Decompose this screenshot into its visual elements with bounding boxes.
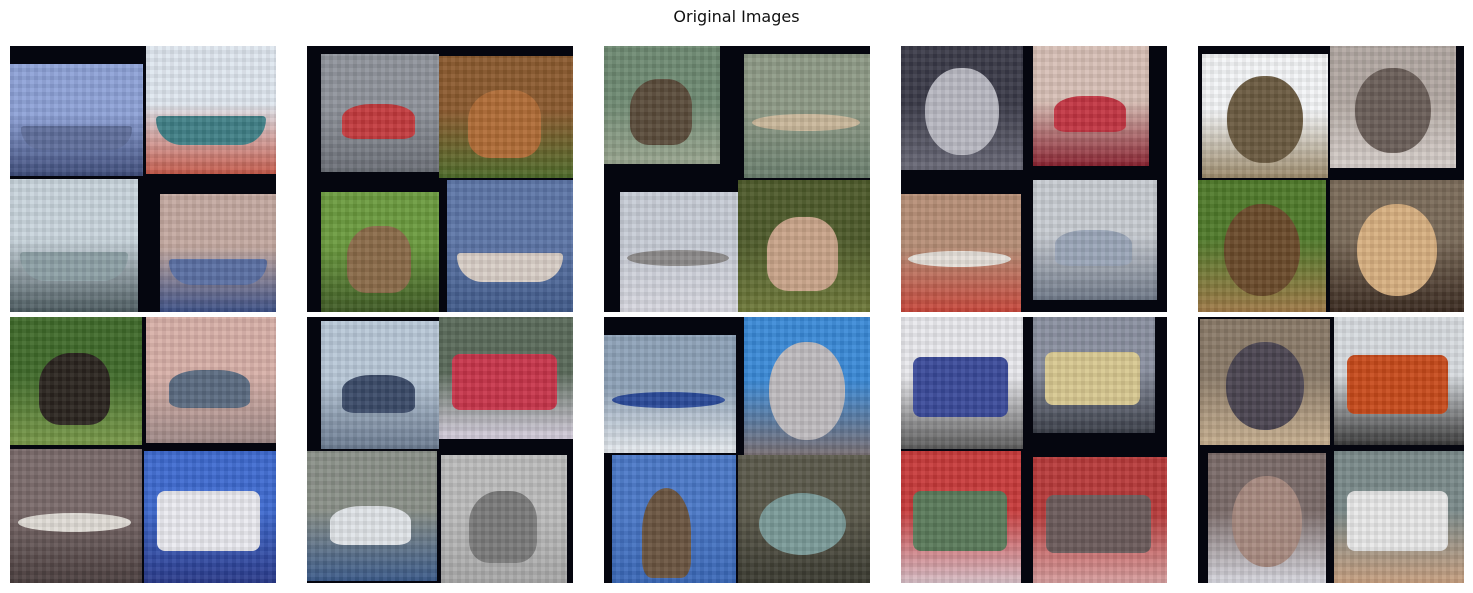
image-thumbnail-truck — [901, 317, 1023, 449]
pixel-texture — [738, 180, 870, 312]
pixel-texture — [1202, 54, 1328, 178]
pixel-texture — [604, 46, 720, 164]
image-panel — [604, 317, 870, 583]
image-thumbnail-ship — [447, 180, 573, 312]
image-panel — [307, 317, 573, 583]
image-thumbnail-truck — [439, 317, 573, 439]
pixel-texture — [744, 317, 870, 457]
image-panel — [1198, 46, 1464, 312]
image-thumbnail-ship — [10, 64, 143, 176]
pixel-texture — [620, 192, 738, 312]
pixel-texture — [1033, 46, 1149, 166]
pixel-texture — [321, 192, 439, 312]
pixel-texture — [612, 455, 736, 583]
image-thumbnail-car — [1033, 180, 1157, 300]
image-panel — [901, 317, 1167, 583]
image-panel — [1198, 317, 1464, 583]
pixel-texture — [447, 180, 573, 312]
image-thumbnail-dog — [1200, 319, 1330, 445]
pixel-texture — [321, 54, 439, 172]
image-panel — [901, 46, 1167, 312]
pixel-texture — [1033, 457, 1167, 583]
pixel-texture — [604, 335, 736, 453]
pixel-texture — [144, 451, 276, 583]
pixel-texture — [10, 64, 143, 176]
image-thumbnail-airplane — [620, 192, 738, 312]
pixel-texture — [146, 46, 276, 174]
pixel-texture — [744, 54, 870, 178]
image-thumbnail-cat — [1202, 54, 1328, 178]
pixel-texture — [1033, 180, 1157, 300]
image-thumbnail-deer — [604, 46, 720, 164]
pixel-texture — [321, 321, 439, 449]
pixel-texture — [439, 56, 573, 178]
image-thumbnail-truck — [144, 451, 276, 583]
image-thumbnail-horse — [441, 455, 567, 583]
image-panel — [10, 317, 276, 583]
image-thumbnail-bird — [612, 455, 736, 583]
pixel-texture — [1330, 180, 1464, 312]
pixel-texture — [901, 194, 1021, 312]
image-thumbnail-deer — [738, 180, 870, 312]
image-thumbnail-cat — [744, 317, 870, 457]
pixel-texture — [10, 317, 142, 445]
pixel-texture — [1200, 319, 1330, 445]
image-thumbnail-ship — [10, 179, 138, 312]
image-thumbnail-truck — [901, 451, 1021, 583]
image-thumbnail-car — [146, 317, 276, 443]
image-thumbnail-airplane — [901, 194, 1021, 312]
pixel-texture — [10, 179, 138, 312]
image-thumbnail-dog — [901, 46, 1023, 170]
image-thumbnail-airplane — [604, 335, 736, 453]
pixel-texture — [160, 194, 276, 312]
pixel-texture — [10, 449, 142, 583]
pixel-texture — [146, 317, 276, 443]
pixel-texture — [901, 46, 1023, 170]
pixel-texture — [1330, 46, 1456, 168]
image-thumbnail-truck — [1334, 451, 1464, 583]
image-thumbnail-dog — [1208, 453, 1326, 583]
image-thumbnail-ship — [160, 194, 276, 312]
image-thumbnail-car — [307, 451, 437, 581]
pixel-texture — [1334, 451, 1464, 583]
pixel-texture — [1208, 453, 1326, 583]
image-panel — [10, 46, 276, 312]
image-thumbnail-car — [321, 321, 439, 449]
image-thumbnail-frog — [738, 455, 870, 583]
image-thumbnail-truck — [1033, 317, 1155, 433]
pixel-texture — [1033, 317, 1155, 433]
image-panel — [307, 46, 573, 312]
image-thumbnail-dog — [1198, 180, 1326, 312]
pixel-texture — [901, 451, 1021, 583]
image-thumbnail-airplane — [744, 54, 870, 178]
pixel-texture — [901, 317, 1023, 449]
image-thumbnail-dog — [1330, 46, 1456, 168]
image-thumbnail-car — [321, 54, 439, 172]
pixel-texture — [738, 455, 870, 583]
figure-title: Original Images — [673, 7, 800, 26]
pixel-texture — [439, 317, 573, 439]
image-thumbnail-airplane — [10, 449, 142, 583]
pixel-texture — [1198, 180, 1326, 312]
image-thumbnail-deer — [321, 192, 439, 312]
pixel-texture — [1334, 317, 1464, 445]
image-thumbnail-truck — [1033, 457, 1167, 583]
image-grid — [10, 46, 1464, 583]
image-thumbnail-dog — [1330, 180, 1464, 312]
pixel-texture — [307, 451, 437, 581]
image-thumbnail-horse — [10, 317, 142, 445]
image-thumbnail-truck — [1334, 317, 1464, 445]
image-thumbnail-car — [1033, 46, 1149, 166]
image-panel — [604, 46, 870, 312]
image-thumbnail-deer — [439, 56, 573, 178]
pixel-texture — [441, 455, 567, 583]
image-thumbnail-ship — [146, 46, 276, 174]
